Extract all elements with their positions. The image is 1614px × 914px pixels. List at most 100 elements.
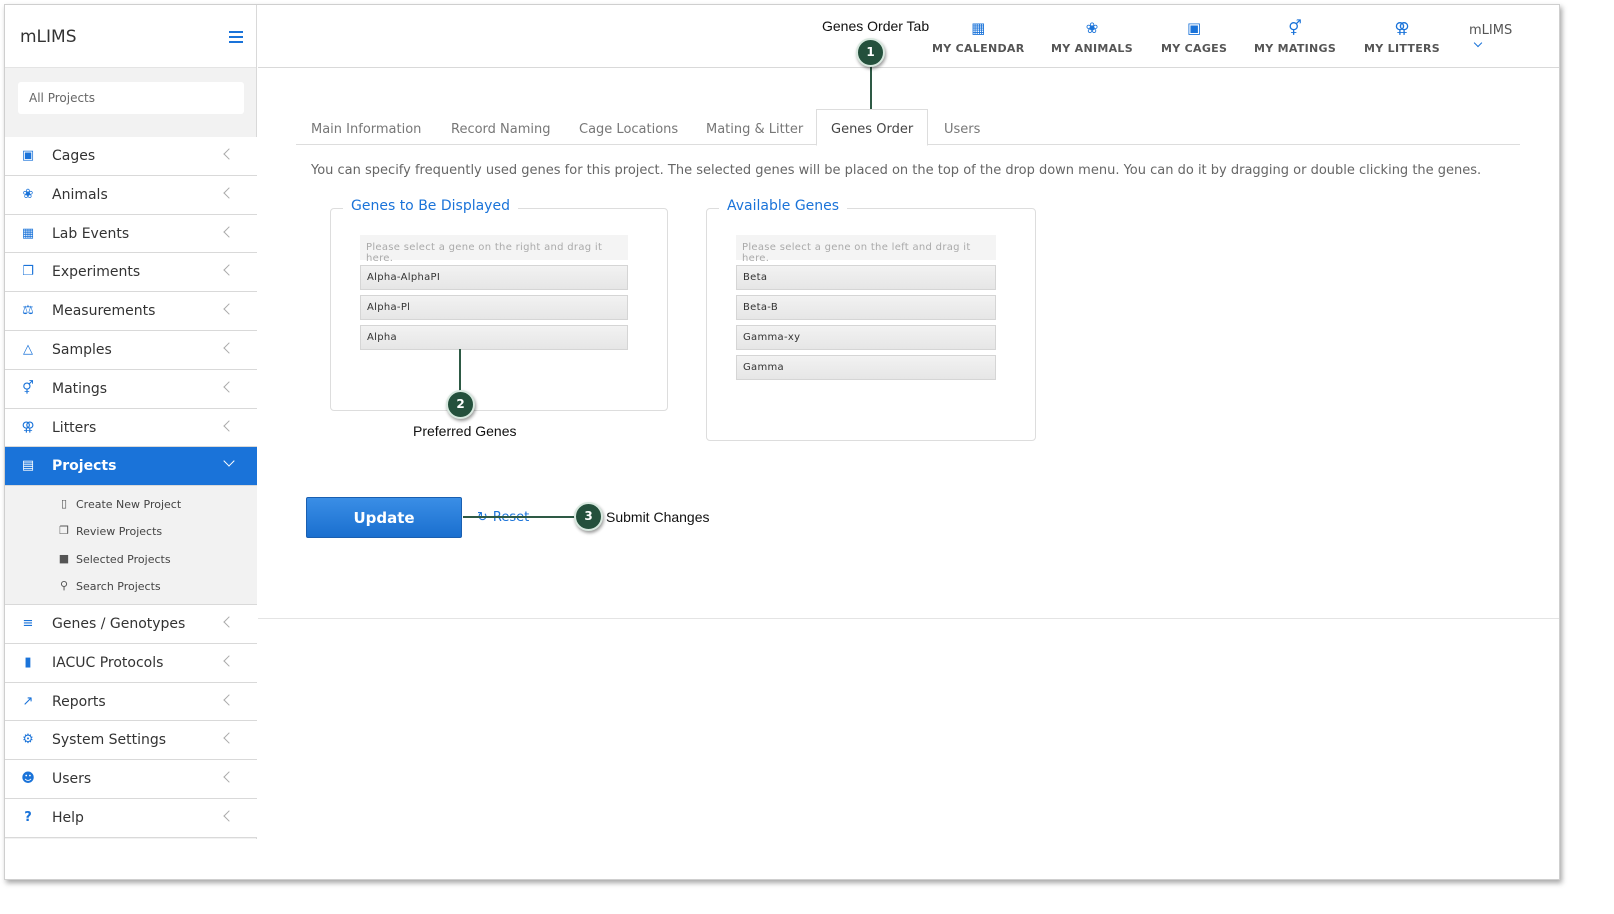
callout-2-line — [459, 349, 461, 395]
sidebar-item-genes-genotypes[interactable]: ≡ Genes / Genotypes — [5, 604, 257, 644]
mating-icon: ⚥ — [1288, 19, 1302, 37]
sidebar-item-label: Cages — [52, 148, 96, 164]
question-icon: ? — [24, 809, 32, 825]
callout-1-line — [870, 65, 872, 109]
sidebar-item-matings[interactable]: ⚥ Matings — [5, 369, 257, 409]
available-gene-item[interactable]: Beta — [736, 265, 996, 290]
copy-icon: ❐ — [22, 264, 34, 280]
tab-genes-order[interactable]: Genes Order — [816, 109, 929, 146]
genes-order-description: You can specify frequently used genes fo… — [311, 163, 1482, 178]
sidebar-item-system-settings[interactable]: ⚙ System Settings — [5, 721, 257, 761]
displayed-gene-item[interactable]: Alpha — [360, 325, 628, 350]
callout-1-text: Genes Order Tab — [822, 18, 930, 34]
sidebar-item-label: Lab Events — [52, 225, 130, 242]
brand-bar: mLIMS — [5, 5, 256, 68]
litter-icon: ⚢ — [1394, 19, 1410, 37]
sidebar-item-samples[interactable]: △ Samples — [5, 330, 257, 370]
sidebar: mLIMS All Projects ▣ Cages ❀ Animals ▦ L… — [5, 5, 257, 839]
calendar-icon: ▦ — [971, 19, 986, 37]
available-genes-panel: Available Genes Please select a gene on … — [706, 198, 1036, 441]
sidebar-item-label: Litters — [52, 419, 97, 436]
sidebar-item-label: Samples — [52, 341, 112, 358]
paw-icon: ❀ — [22, 186, 34, 202]
user-menu-label: mLIMS — [1469, 23, 1513, 38]
chevron-left-icon — [223, 225, 235, 238]
submenu-item-label: Review Projects — [76, 525, 163, 539]
submenu-item-selected-projects[interactable]: ■ Selected Projects — [5, 546, 257, 573]
folder-open-icon: ▤ — [21, 458, 35, 474]
book-icon: ▮ — [24, 654, 32, 670]
sidebar-item-label: Projects — [52, 458, 117, 475]
sidebar-item-animals[interactable]: ❀ Animals — [5, 175, 257, 215]
callout-2-text: Preferred Genes — [413, 423, 517, 439]
sidebar-nav: ▣ Cages ❀ Animals ▦ Lab Events ❐ Experim… — [5, 137, 257, 838]
chevron-down-icon — [223, 455, 235, 468]
sidebar-item-experiments[interactable]: ❐ Experiments — [5, 253, 257, 293]
project-select[interactable]: All Projects — [18, 82, 244, 114]
callout-1-badge: 1 — [856, 38, 885, 67]
available-genes-drop-placeholder[interactable]: Please select a gene on the left and dra… — [736, 235, 996, 264]
submenu-item-create-new-project[interactable]: ▯ Create New Project — [5, 491, 257, 518]
sidebar-item-label: IACUC Protocols — [52, 654, 164, 671]
chevron-left-icon — [223, 303, 235, 315]
projects-submenu: ▯ Create New Project ❐ Review Projects ■… — [5, 486, 257, 605]
sidebar-item-label: Experiments — [52, 264, 141, 281]
top-link-label: MY CAGES — [1161, 42, 1228, 55]
sidebar-item-label: Reports — [52, 693, 106, 710]
genes-to-be-displayed-panel: Genes to Be Displayed Please select a ge… — [330, 198, 668, 411]
chevron-left-icon — [223, 264, 235, 277]
reset-link[interactable]: ↻ Reset — [477, 510, 529, 525]
tab-main-information[interactable]: Main Information — [311, 109, 421, 145]
chevron-left-icon — [223, 616, 235, 628]
gear-icon: ⚙ — [22, 732, 34, 748]
submenu-item-search-projects[interactable]: ⚲ Search Projects — [5, 573, 257, 600]
reset-label: Reset — [492, 510, 530, 525]
list-icon: ≡ — [22, 615, 34, 631]
available-gene-item[interactable]: Gamma-xy — [736, 325, 996, 350]
submenu-item-review-projects[interactable]: ❐ Review Projects — [5, 518, 257, 545]
panel-title: Genes to Be Displayed — [343, 198, 518, 214]
file-icon: ▯ — [60, 497, 68, 511]
sidebar-item-label: Help — [52, 809, 84, 826]
submenu-item-label: Search Projects — [76, 579, 161, 593]
sidebar-item-projects[interactable]: ▤ Projects — [5, 447, 257, 487]
panel-title: Available Genes — [719, 198, 848, 214]
cart-icon: ■ — [58, 551, 70, 565]
top-link-label: MY CALENDAR — [932, 42, 1025, 55]
sidebar-item-label: Measurements — [52, 303, 156, 320]
top-link-my-matings[interactable]: ⚥ MY MATINGS — [1254, 19, 1336, 55]
hamburger-menu-icon[interactable] — [229, 31, 243, 43]
sidebar-item-cages[interactable]: ▣ Cages — [5, 137, 257, 176]
chevron-left-icon — [223, 732, 235, 744]
displayed-gene-item[interactable]: Alpha-AlphaPI — [360, 265, 628, 290]
available-gene-item[interactable]: Beta-B — [736, 295, 996, 320]
top-bar: ▦ MY CALENDAR ❀ MY ANIMALS ▣ MY CAGES ⚥ … — [258, 5, 1559, 68]
chevron-left-icon — [223, 771, 235, 783]
displayed-genes-drop-placeholder[interactable]: Please select a gene on the right and dr… — [360, 235, 628, 264]
top-link-my-animals[interactable]: ❀ MY ANIMALS — [1051, 19, 1133, 55]
sidebar-item-lab-events[interactable]: ▦ Lab Events — [5, 214, 257, 254]
sidebar-item-help[interactable]: ? Help — [5, 798, 257, 838]
sidebar-item-litters[interactable]: ⚢ Litters — [5, 408, 257, 448]
tab-cage-locations[interactable]: Cage Locations — [579, 109, 678, 145]
line-chart-icon: ↗ — [22, 693, 34, 709]
tab-record-naming[interactable]: Record Naming — [451, 109, 551, 145]
displayed-gene-item[interactable]: Alpha-Pl — [360, 295, 628, 320]
files-icon: ❐ — [59, 524, 69, 538]
top-link-my-calendar[interactable]: ▦ MY CALENDAR — [932, 19, 1024, 55]
litter-icon: ⚢ — [21, 419, 35, 435]
top-link-my-cages[interactable]: ▣ MY CAGES — [1161, 19, 1227, 55]
update-button[interactable]: Update — [306, 497, 462, 538]
available-gene-item[interactable]: Gamma — [736, 355, 996, 380]
project-tabs: Main Information Record Naming Cage Loca… — [296, 109, 1520, 146]
user-menu[interactable]: mLIMS — [1469, 23, 1513, 48]
sidebar-item-label: Genes / Genotypes — [52, 615, 186, 632]
tab-mating-litter[interactable]: Mating & Litter — [706, 109, 803, 145]
top-link-my-litters[interactable]: ⚢ MY LITTERS — [1364, 19, 1440, 55]
sidebar-item-users[interactable]: ☻ Users — [5, 760, 257, 799]
tab-users[interactable]: Users — [944, 109, 980, 145]
calendar-icon: ▦ — [21, 225, 35, 241]
sidebar-item-measurements[interactable]: ⚖ Measurements — [5, 292, 257, 331]
sidebar-item-reports[interactable]: ↗ Reports — [5, 682, 257, 722]
sidebar-item-iacuc-protocols[interactable]: ▮ IACUC Protocols — [5, 643, 257, 683]
